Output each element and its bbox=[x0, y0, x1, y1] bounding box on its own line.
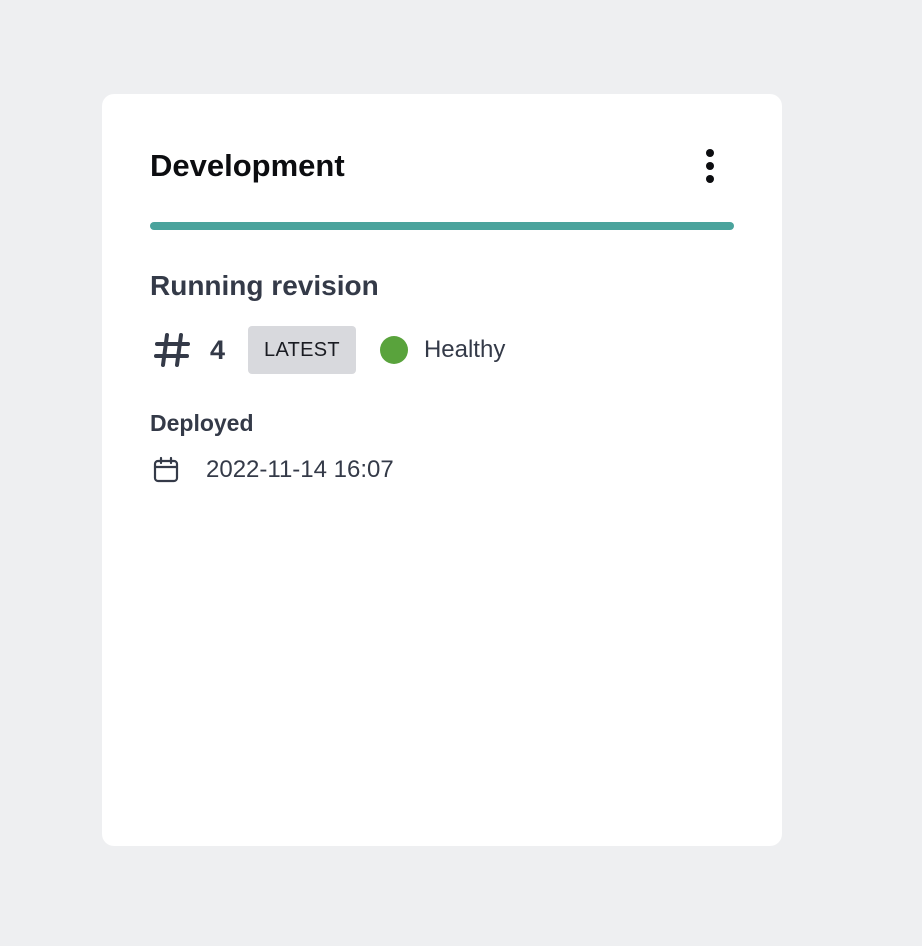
revision-row: 4 LATEST Healthy bbox=[150, 326, 505, 374]
more-vertical-icon-dot bbox=[706, 162, 714, 170]
calendar-icon bbox=[150, 454, 182, 486]
more-vertical-icon-dot bbox=[706, 175, 714, 183]
hash-icon bbox=[150, 328, 194, 372]
more-options-button[interactable] bbox=[696, 144, 724, 188]
card-title: Development bbox=[150, 148, 345, 183]
environment-card: Development Running revision 4 LATEST He… bbox=[102, 94, 782, 846]
latest-badge: LATEST bbox=[248, 326, 356, 374]
more-vertical-icon bbox=[706, 149, 714, 157]
health-status-dot bbox=[379, 336, 408, 364]
running-revision-heading: Running revision bbox=[150, 270, 379, 301]
deployed-label: Deployed bbox=[150, 410, 254, 436]
health-status-label: Healthy bbox=[423, 336, 506, 363]
deployed-date: 2022-11-14 16:07 bbox=[206, 456, 394, 483]
deployed-row: 2022-11-14 16:07 bbox=[150, 452, 394, 488]
revision-number: 4 bbox=[210, 335, 226, 365]
environment-color-bar bbox=[150, 222, 734, 230]
